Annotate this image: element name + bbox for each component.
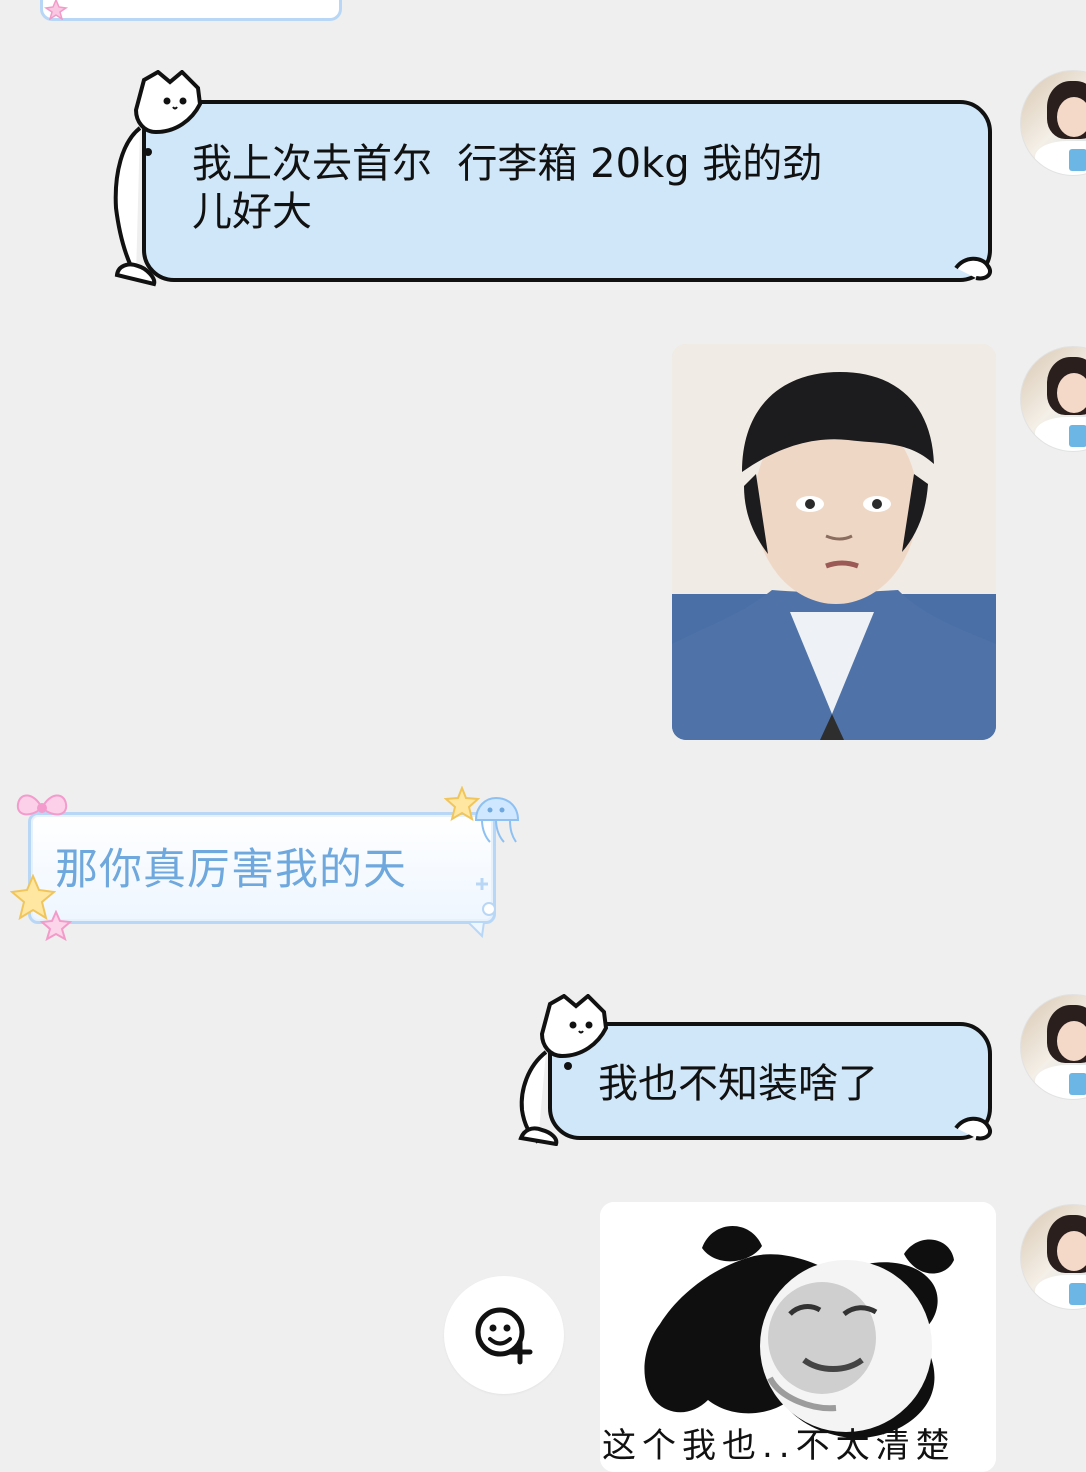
avatar[interactable] bbox=[1020, 70, 1086, 176]
message-bubble[interactable]: 那你真厉害我的天 bbox=[28, 812, 496, 924]
bubble-tail bbox=[465, 920, 488, 940]
message-text: 那你真厉害我的天 bbox=[55, 845, 407, 895]
cat-decoration bbox=[518, 993, 620, 1147]
sticker-caption: 这个我也..不太清楚 bbox=[602, 1426, 956, 1466]
plus-decoration bbox=[474, 876, 490, 892]
message-text: 我也不知装啥了 bbox=[598, 1061, 878, 1107]
emoji-add-button[interactable] bbox=[444, 1276, 564, 1394]
top-partial-bubble bbox=[40, 0, 342, 21]
avatar[interactable] bbox=[1020, 994, 1086, 1100]
emoji-add-icon bbox=[472, 1302, 536, 1366]
circle-decoration bbox=[480, 900, 498, 918]
cat-tail bbox=[952, 254, 996, 282]
message-text: 我上次去首尔 行李箱 20kg 我的劲 儿好大 bbox=[192, 141, 823, 235]
photo-message[interactable] bbox=[672, 344, 996, 740]
cat-decoration bbox=[112, 69, 214, 288]
sticker-message[interactable]: 这个我也..不太清楚 bbox=[600, 1202, 996, 1472]
star-icon bbox=[42, 0, 70, 21]
cat-tail bbox=[952, 1114, 996, 1142]
avatar[interactable] bbox=[1020, 346, 1086, 452]
avatar[interactable] bbox=[1020, 1204, 1086, 1310]
star-icon bbox=[39, 909, 73, 942]
message-bubble[interactable]: 我上次去首尔 行李箱 20kg 我的劲 儿好大 bbox=[142, 100, 992, 282]
jellyfish-icon bbox=[468, 792, 524, 848]
bow-icon bbox=[14, 788, 70, 828]
